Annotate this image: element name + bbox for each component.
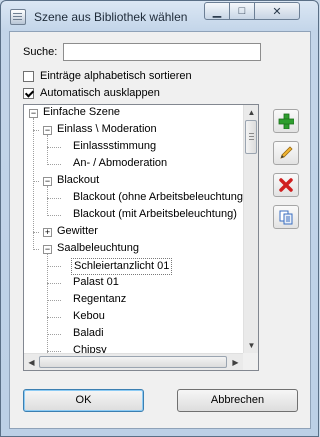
tree-item-label: Blackout (57, 174, 100, 186)
tree-item[interactable]: Kebou (24, 309, 243, 326)
sort-checkbox-label: Einträge alphabetisch sortieren (40, 70, 192, 82)
collapse-minus-icon[interactable]: − (43, 177, 52, 186)
tree-rows: − Einfache Szene − Einlass \ Moderation Einl… (24, 105, 243, 353)
search-label: Suche: (23, 46, 58, 58)
maximize-icon: □ (238, 5, 246, 17)
tree-item-label: Blackout (mit Arbeitsbeleuchtung) (73, 208, 237, 220)
scrollbar-corner (243, 353, 258, 370)
title-bar[interactable]: Szene aus Bibliothek wählen ▁ □ ✕ (1, 1, 318, 31)
tree-item[interactable]: Regentanz (24, 292, 243, 309)
tree-item-label: Gewitter (57, 225, 98, 237)
scroll-down-arrow-icon[interactable]: ▼ (244, 338, 258, 353)
vertical-scrollbar[interactable]: ▲ ▼ (243, 105, 258, 353)
collapse-minus-icon[interactable]: − (43, 245, 52, 254)
copy-button[interactable] (273, 205, 299, 229)
tree-connector (33, 130, 39, 131)
tree-item-label: Saalbeleuchtung (57, 242, 139, 254)
close-icon: ✕ (272, 5, 282, 18)
tree-item[interactable]: Einlassstimmung (24, 139, 243, 156)
minimize-icon: ▁ (212, 5, 222, 18)
vertical-scroll-thumb[interactable] (245, 120, 257, 154)
tree-connector (47, 317, 61, 318)
window-title: Szene aus Bibliothek wählen (34, 10, 188, 24)
minimize-button[interactable]: ▁ (204, 2, 230, 20)
tree-connector (47, 266, 61, 267)
tree-connector (33, 181, 39, 182)
tree-connector (47, 300, 61, 301)
dialog-client-area: Suche: Einträge alphabetisch sortieren A… (9, 31, 311, 429)
add-button[interactable] (273, 109, 299, 133)
expand-checkbox-label: Automatisch ausklappen (40, 87, 160, 99)
tree-item-label: Schleiertanzlicht 01 (71, 258, 173, 275)
cancel-button[interactable]: Abbrechen (177, 389, 298, 412)
tree-item[interactable]: − Blackout (24, 173, 243, 190)
tree-item[interactable]: An- / Abmoderation (24, 156, 243, 173)
tree-connector (47, 164, 61, 165)
scene-tree[interactable]: − Einfache Szene − Einlass \ Moderation Einl… (23, 104, 259, 371)
expand-option[interactable]: Automatisch ausklappen (23, 87, 160, 99)
expand-checkbox[interactable] (23, 87, 34, 99)
tree-item-label: Baladi (73, 327, 104, 339)
tree-item[interactable]: Baladi (24, 326, 243, 343)
red-x-icon (279, 178, 293, 192)
scroll-left-arrow-icon[interactable]: ◀ (24, 354, 39, 370)
tree-item[interactable]: + Gewitter (24, 224, 243, 241)
tree-item-label: Einlass \ Moderation (57, 123, 157, 135)
tree-item-label: Regentanz (73, 293, 127, 305)
ok-button[interactable]: OK (23, 389, 144, 412)
tree-item-label: Chipsy (73, 344, 107, 353)
tree-item-label: Einfache Szene (43, 106, 121, 118)
close-button[interactable]: ✕ (254, 2, 300, 20)
tree-connector (33, 232, 39, 233)
tree-item[interactable]: Schleiertanzlicht 01 (24, 258, 243, 275)
tree-item[interactable]: Chipsy (24, 343, 243, 353)
horizontal-scrollbar[interactable]: ◀ ▶ (24, 353, 243, 370)
tree-item-label: Palast 01 (73, 276, 119, 288)
maximize-button[interactable]: □ (229, 2, 255, 20)
plus-icon (278, 113, 294, 129)
tree-connector (47, 351, 61, 352)
tree-item[interactable]: Blackout (mit Arbeitsbeleuchtung) (24, 207, 243, 224)
tree-connector (47, 334, 61, 335)
search-input[interactable] (63, 43, 261, 61)
sort-checkbox[interactable] (23, 70, 34, 82)
tree-item-label: An- / Abmoderation (73, 157, 168, 169)
tree-item[interactable]: − Einlass \ Moderation (24, 122, 243, 139)
scroll-right-arrow-icon[interactable]: ▶ (228, 354, 243, 370)
scroll-up-arrow-icon[interactable]: ▲ (244, 105, 258, 120)
pencil-icon (280, 146, 293, 159)
tree-item[interactable]: − Einfache Szene (24, 105, 243, 122)
tree-connector (33, 249, 39, 250)
collapse-minus-icon[interactable]: − (43, 126, 52, 135)
tree-item[interactable]: − Saalbeleuchtung (24, 241, 243, 258)
tree-item-label: Blackout (ohne Arbeitsbeleuchtung) (73, 191, 243, 203)
tree-item[interactable]: Palast 01 (24, 275, 243, 292)
expand-plus-icon[interactable]: + (43, 228, 52, 237)
horizontal-scroll-thumb[interactable] (39, 356, 227, 368)
tree-item[interactable]: Blackout (ohne Arbeitsbeleuchtung) (24, 190, 243, 207)
tree-connector (47, 215, 61, 216)
copy-icon (279, 210, 293, 225)
sort-option[interactable]: Einträge alphabetisch sortieren (23, 70, 192, 82)
tree-connector (47, 147, 61, 148)
tree-connector (47, 283, 61, 284)
app-icon (10, 9, 26, 25)
tree-connector (47, 198, 61, 199)
collapse-minus-icon[interactable]: − (29, 109, 38, 118)
edit-button[interactable] (273, 141, 299, 165)
tree-item-label: Einlassstimmung (73, 140, 157, 152)
tree-item-label: Kebou (73, 310, 105, 322)
delete-button[interactable] (273, 173, 299, 197)
dialog-window: Szene aus Bibliothek wählen ▁ □ ✕ Suche:… (0, 0, 319, 437)
